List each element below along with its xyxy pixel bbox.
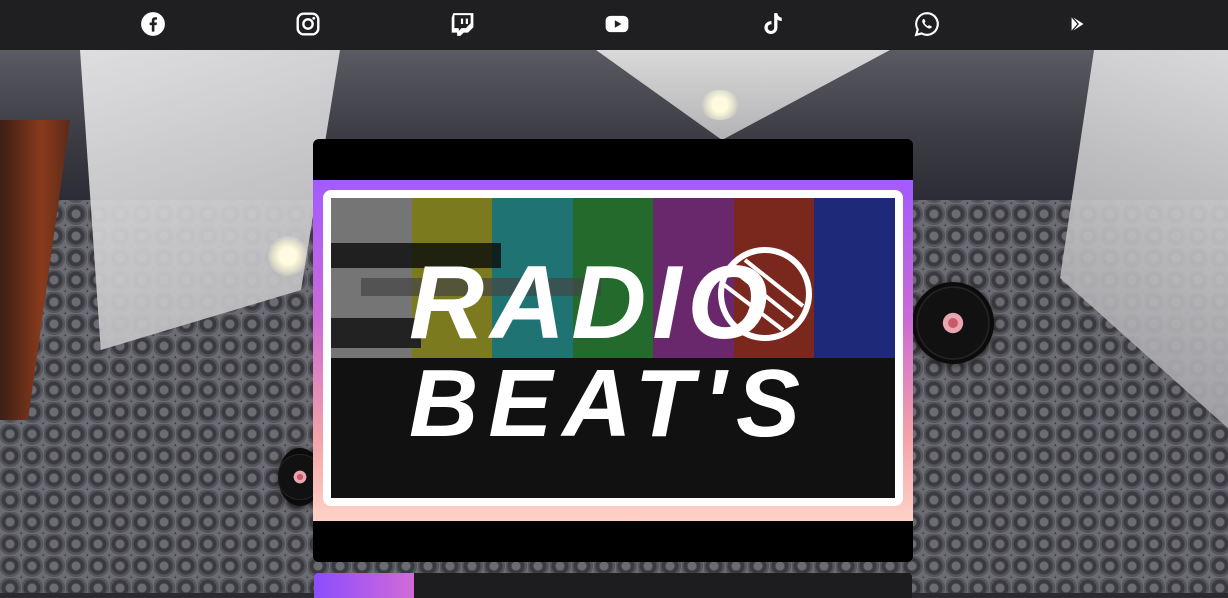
tiktok-icon[interactable] [759,11,785,37]
logo-frame: RADIO BEAT'S [313,180,913,521]
ceiling-light [700,90,740,120]
logo-border: RADIO BEAT'S [323,190,903,506]
twitch-icon[interactable] [449,11,475,37]
logo-line-2: BEAT'S [409,350,810,457]
vinyl-record [912,282,994,364]
player-card: RADIO BEAT'S [313,139,913,562]
whatsapp-icon[interactable] [914,11,940,37]
player-controls [314,573,912,598]
ceiling-light [268,236,308,276]
google-play-icon[interactable] [1064,11,1090,37]
station-logo: RADIO BEAT'S [331,198,895,498]
social-bar [0,0,1228,50]
play-area[interactable] [314,573,414,598]
wall-trim [0,120,70,420]
facebook-icon[interactable] [140,11,166,37]
youtube-icon[interactable] [604,11,630,37]
instagram-icon[interactable] [295,11,321,37]
radio-beats-logo: RADIO BEAT'S [409,245,812,457]
acoustic-panel-left [80,50,340,350]
